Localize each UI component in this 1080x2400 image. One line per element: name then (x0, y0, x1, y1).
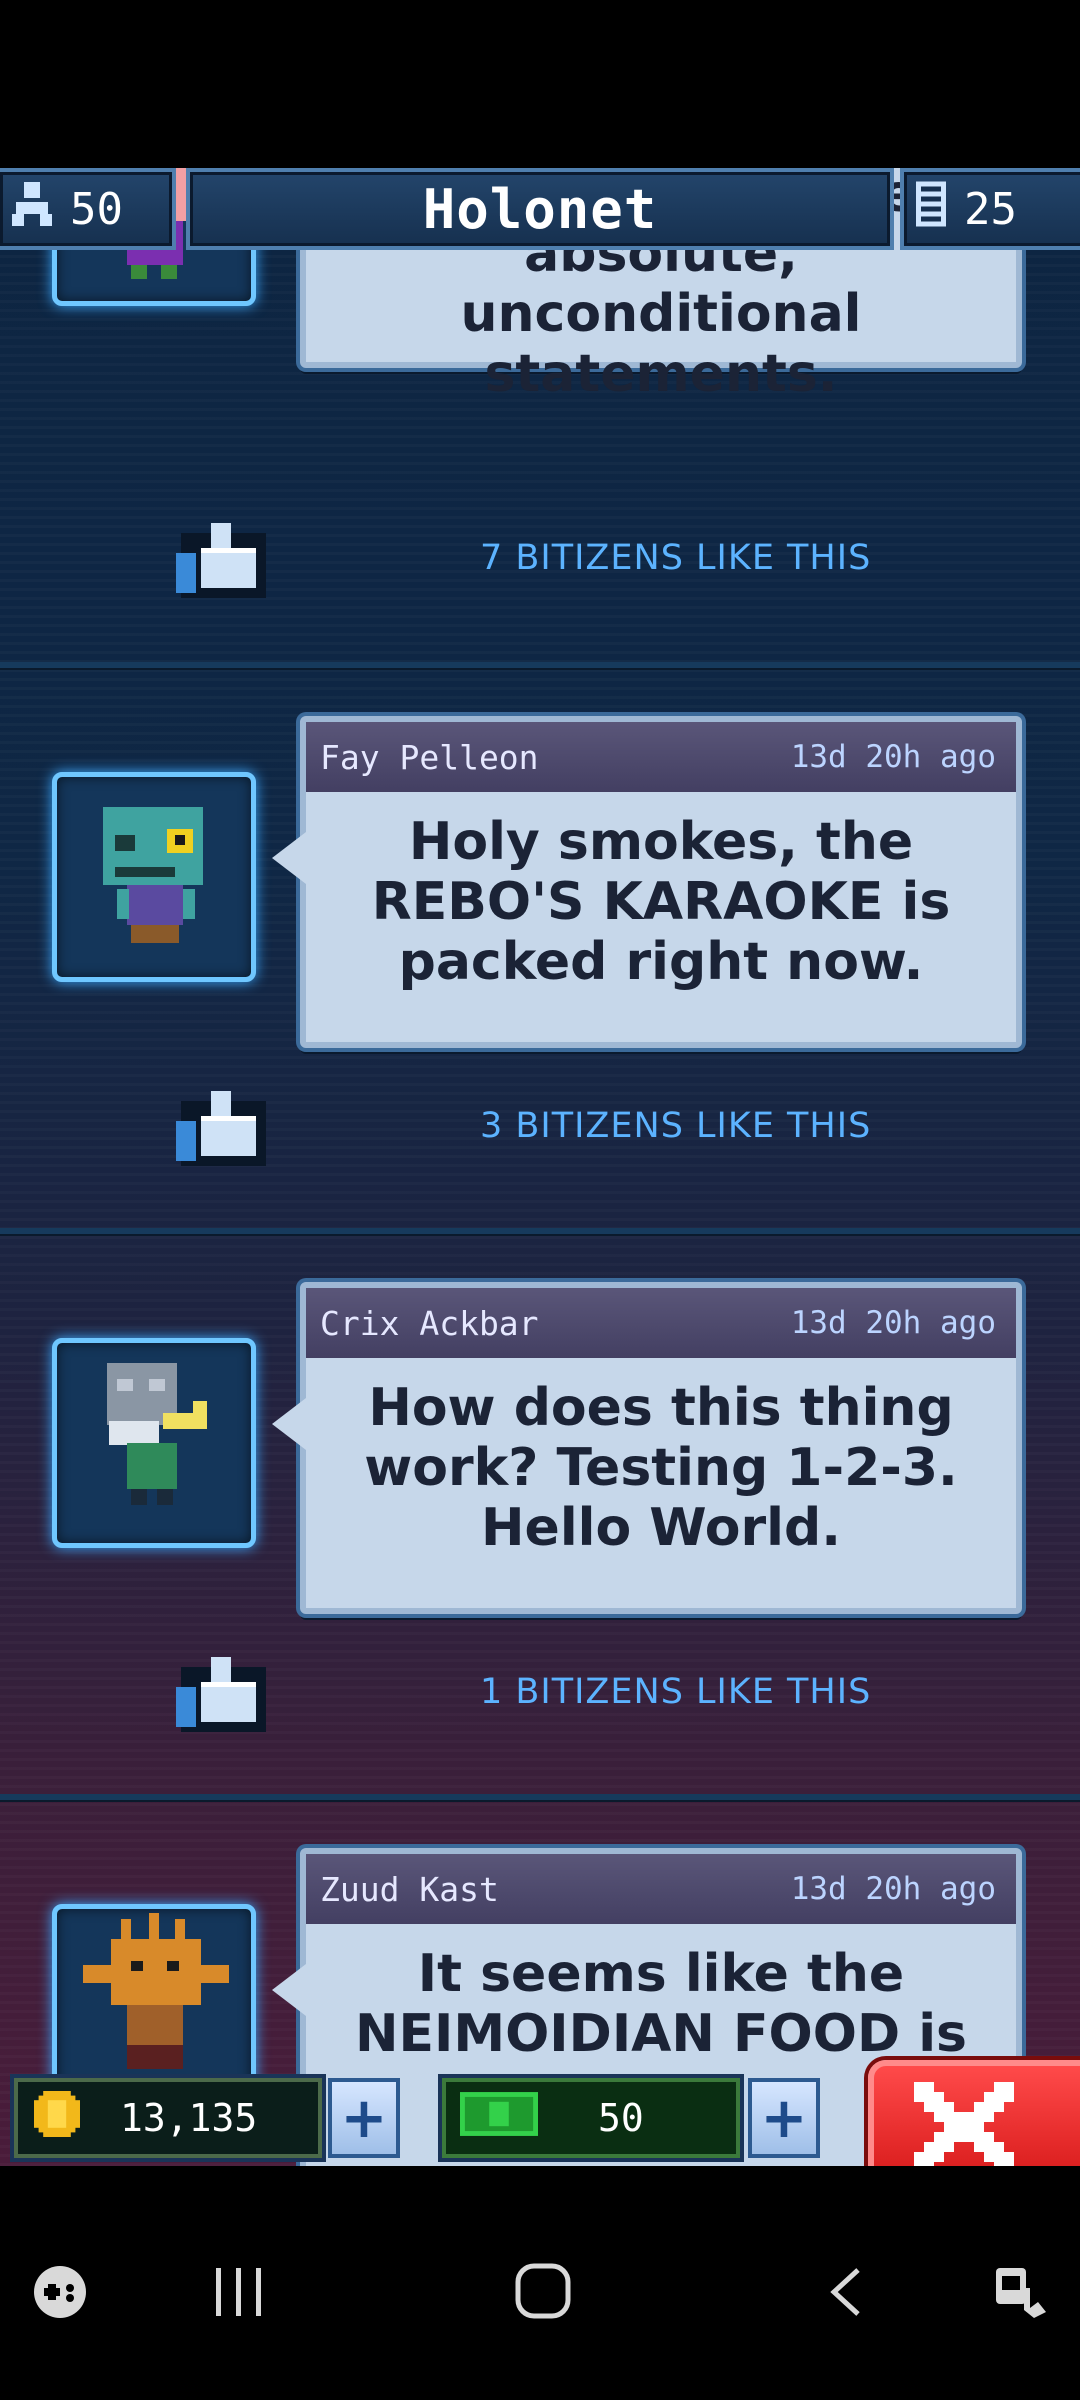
coins-display: 13,135 (14, 2078, 322, 2158)
post-header: Fay Pelleon 13d 20h ago (306, 722, 1016, 792)
green-bux-icon (460, 2091, 538, 2145)
bitizen-avatar[interactable] (52, 1338, 256, 1548)
message-bubble: Fay Pelleon 13d 20h ago Holy smokes, the… (272, 716, 1022, 1048)
message-bubble: Crix Ackbar 13d 20h ago How does this th… (272, 1282, 1022, 1614)
system-navigation-bar (0, 2166, 1080, 2400)
add-coins-button[interactable]: + (328, 2078, 400, 2158)
coin-icon (34, 2090, 80, 2146)
home-icon[interactable] (514, 2262, 572, 2324)
holonet-header: 50 Holonet 25 (0, 168, 1080, 250)
population-icon (12, 181, 52, 237)
likes-count: 7 BITIZENS LIKE THIS (480, 538, 872, 578)
population-value: 50 (70, 183, 123, 235)
like-button[interactable] (176, 1086, 266, 1166)
status-bar-area (0, 0, 1080, 168)
back-icon[interactable] (826, 2266, 866, 2322)
author-name[interactable]: Fay Pelleon (320, 738, 539, 777)
currency-bar: 13,135 + 50 + (0, 2060, 1080, 2166)
add-bux-button[interactable]: + (748, 2078, 820, 2158)
post-header: Zuud Kast 13d 20h ago (306, 1854, 1016, 1924)
author-name[interactable]: Crix Ackbar (320, 1304, 539, 1343)
holonet-screen: 50 Holonet 25 absolute, unconditional st… (0, 168, 1080, 2166)
like-button[interactable] (176, 1652, 266, 1732)
plus-icon: + (340, 2085, 388, 2151)
post-header: Crix Ackbar 13d 20h ago (306, 1288, 1016, 1358)
like-button[interactable] (176, 518, 266, 598)
floors-counter: 25 (900, 168, 1080, 250)
close-button[interactable] (868, 2060, 1080, 2166)
post-timestamp: 13d 20h ago (790, 739, 996, 775)
post-timestamp: 13d 20h ago (790, 1871, 996, 1907)
post-timestamp: 13d 20h ago (790, 1305, 996, 1341)
likes-count: 3 BITIZENS LIKE THIS (480, 1106, 872, 1146)
recent-apps-icon[interactable] (212, 2266, 268, 2322)
tower-icon (916, 181, 946, 238)
page-title: Holonet (186, 168, 894, 250)
screen: 50 Holonet 25 absolute, unconditional st… (0, 0, 1080, 2400)
message-text: How does this thing work? Testing 1-2-3.… (364, 1378, 958, 1558)
author-name[interactable]: Zuud Kast (320, 1870, 499, 1909)
plus-icon: + (760, 2085, 808, 2151)
feed-post: Fay Pelleon 13d 20h ago Holy smokes, the… (0, 668, 1080, 1234)
coins-value: 13,135 (120, 2096, 258, 2140)
bitizen-avatar[interactable] (52, 772, 256, 982)
likes-count: 1 BITIZENS LIKE THIS (480, 1672, 872, 1712)
close-icon (914, 2082, 1014, 2166)
bux-value: 50 (598, 2096, 644, 2140)
game-launcher-icon[interactable] (30, 2262, 90, 2326)
feed-post: Crix Ackbar 13d 20h ago How does this th… (0, 1234, 1080, 1800)
bubble-tail (272, 1964, 306, 2016)
screen-lock-touch-icon[interactable] (990, 2258, 1050, 2324)
bubble-tail (272, 1398, 306, 1450)
bubble-tail (272, 832, 306, 884)
message-text: It seems like the NEIMOIDIAN FOOD is (354, 1944, 968, 2064)
bux-display: 50 (442, 2078, 740, 2158)
population-counter: 50 (0, 168, 176, 250)
message-text: Holy smokes, the REBO'S KARAOKE is packe… (371, 812, 951, 992)
floors-value: 25 (964, 183, 1017, 235)
